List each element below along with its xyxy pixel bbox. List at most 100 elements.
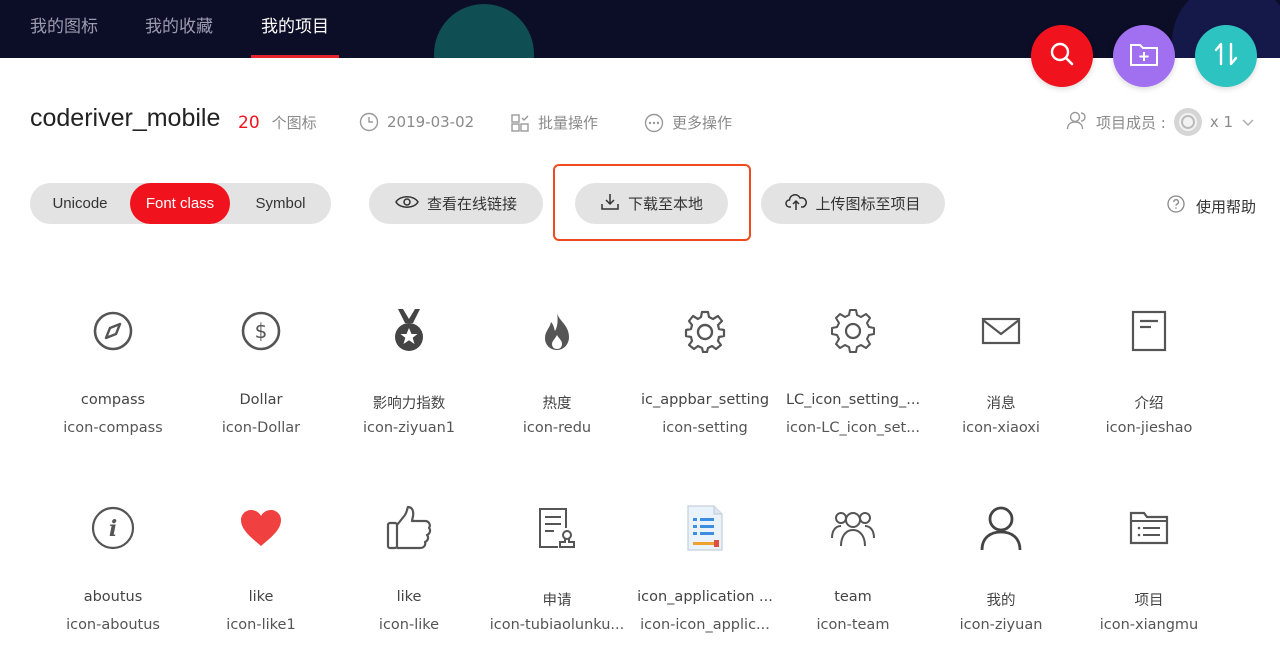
more-icon: [644, 113, 664, 133]
icon-class: icon-team: [816, 617, 890, 633]
icon-card[interactable]: ic_appbar_setting icon-setting: [631, 307, 779, 457]
heart-icon: [237, 504, 285, 552]
icon-name: 申请: [542, 593, 572, 609]
view-link-label: 查看在线链接: [426, 195, 517, 213]
icon-name: team: [834, 589, 872, 605]
project-title: coderiver_mobile: [30, 104, 221, 132]
date-text: 2019-03-02: [387, 113, 475, 131]
gear-icon: [829, 307, 877, 355]
icon-class: icon-compass: [63, 420, 163, 436]
search-button[interactable]: [1031, 25, 1093, 87]
icon-card[interactable]: like icon-like1: [187, 504, 335, 654]
document-icon: [1125, 307, 1173, 355]
dollar-icon: $: [237, 307, 285, 355]
avatar[interactable]: [1173, 108, 1202, 136]
team-icon: [829, 504, 877, 552]
icon-class: icon-aboutus: [66, 617, 160, 633]
icon-class: icon-like: [378, 617, 440, 633]
icon-class: icon-tubiaolunku...: [489, 617, 625, 633]
icon-card[interactable]: 消息 icon-xiaoxi: [927, 307, 1075, 457]
search-icon: [1049, 41, 1075, 71]
icon-card[interactable]: i aboutus icon-aboutus: [39, 504, 187, 654]
icon-name: compass: [80, 392, 146, 408]
eye-icon: [395, 194, 419, 214]
help-link[interactable]: 使用帮助: [1166, 194, 1256, 218]
icon-class: icon-ziyuan: [959, 617, 1043, 633]
icon-class: icon-xiangmu: [1099, 617, 1199, 633]
icon-card[interactable]: 项目 icon-xiangmu: [1075, 504, 1223, 654]
members-count: x 1: [1209, 113, 1234, 131]
icon-class: icon-setting: [662, 420, 748, 436]
batch-operation-button[interactable]: 批量操作: [510, 112, 598, 133]
folder-add-icon: [1129, 41, 1159, 71]
more-operation-button[interactable]: 更多操作: [644, 112, 732, 133]
icon-card[interactable]: like icon-like: [335, 504, 483, 654]
more-label: 更多操作: [672, 114, 733, 132]
code-type-switch: Unicode Font class Symbol: [30, 183, 331, 224]
project-members[interactable]: 项目成员 : x 1: [1066, 108, 1255, 136]
segment-unicode[interactable]: Unicode: [30, 183, 130, 224]
medal-icon: [385, 307, 433, 355]
icon-card[interactable]: 影响力指数 icon-ziyuan1: [335, 307, 483, 457]
icon-card[interactable]: LC_icon_setting_... icon-LC_icon_set...: [779, 307, 927, 457]
icon-count-unit: 个图标: [271, 114, 317, 132]
icon-name: 项目: [1134, 593, 1164, 609]
upload-button[interactable]: 上传图标至项目: [761, 183, 945, 224]
mail-icon: [977, 307, 1025, 355]
svg-text:i: i: [109, 516, 117, 542]
icon-count: 20 个图标: [238, 112, 317, 133]
help-icon: [1166, 194, 1186, 218]
icon-class: icon-Dollar: [221, 420, 301, 436]
icon-name: icon_application ...: [637, 589, 773, 605]
icon-name: 影响力指数: [372, 396, 446, 412]
tab-my-favorites[interactable]: 我的收藏: [145, 0, 213, 58]
icon-card[interactable]: 我的 icon-ziyuan: [927, 504, 1075, 654]
project-icon: [1125, 504, 1173, 552]
decor-circle: [434, 4, 534, 58]
chevron-down-icon[interactable]: [1241, 113, 1255, 131]
new-folder-button[interactable]: [1113, 25, 1175, 87]
project-date: 2019-03-02: [359, 112, 474, 132]
icon-name: 介绍: [1134, 396, 1164, 412]
application-list-icon: [681, 504, 729, 552]
icon-class: icon-icon_applic...: [640, 617, 770, 633]
sort-icon: [1212, 41, 1240, 71]
icon-class: icon-redu: [522, 420, 592, 436]
icon-name: 我的: [986, 593, 1016, 609]
members-label: 项目成员 :: [1096, 113, 1166, 132]
info-icon: i: [89, 504, 137, 552]
sort-button[interactable]: [1195, 25, 1257, 87]
icon-class: icon-like1: [226, 617, 296, 633]
icon-card[interactable]: $ Dollar icon-Dollar: [187, 307, 335, 457]
icon-card[interactable]: 申请 icon-tubiaolunku...: [483, 504, 631, 654]
svg-text:$: $: [255, 319, 268, 343]
help-label: 使用帮助: [1196, 197, 1257, 216]
application-form-icon: [533, 504, 581, 552]
upload-label: 上传图标至项目: [815, 195, 921, 213]
icon-name: like: [396, 589, 422, 605]
icon-card[interactable]: 介绍 icon-jieshao: [1075, 307, 1223, 457]
icon-class: icon-LC_icon_set...: [785, 420, 921, 436]
icon-name: aboutus: [83, 589, 143, 605]
view-online-link-button[interactable]: 查看在线链接: [369, 183, 543, 224]
icon-name: like: [248, 589, 274, 605]
icon-card[interactable]: icon_application ... icon-icon_applic...: [631, 504, 779, 654]
segment-symbol[interactable]: Symbol: [230, 183, 331, 224]
icon-card[interactable]: team icon-team: [779, 504, 927, 654]
cloud-upload-icon: [785, 193, 808, 215]
icon-class: icon-xiaoxi: [962, 420, 1040, 436]
flame-icon: [533, 307, 581, 355]
batch-label: 批量操作: [538, 114, 599, 132]
tab-my-projects[interactable]: 我的项目: [251, 0, 339, 58]
icon-name: ic_appbar_setting: [640, 392, 770, 408]
members-icon: [1066, 110, 1088, 134]
segment-font-class[interactable]: Font class: [130, 183, 230, 224]
icon-name: LC_icon_setting_...: [785, 392, 921, 408]
user-icon: [977, 504, 1025, 552]
icon-card[interactable]: 热度 icon-redu: [483, 307, 631, 457]
icon-name: 消息: [986, 396, 1016, 412]
clock-icon: [359, 112, 379, 132]
tab-my-icons[interactable]: 我的图标: [30, 0, 98, 58]
thumbs-up-icon: [385, 504, 433, 552]
icon-card[interactable]: compass icon-compass: [39, 307, 187, 457]
